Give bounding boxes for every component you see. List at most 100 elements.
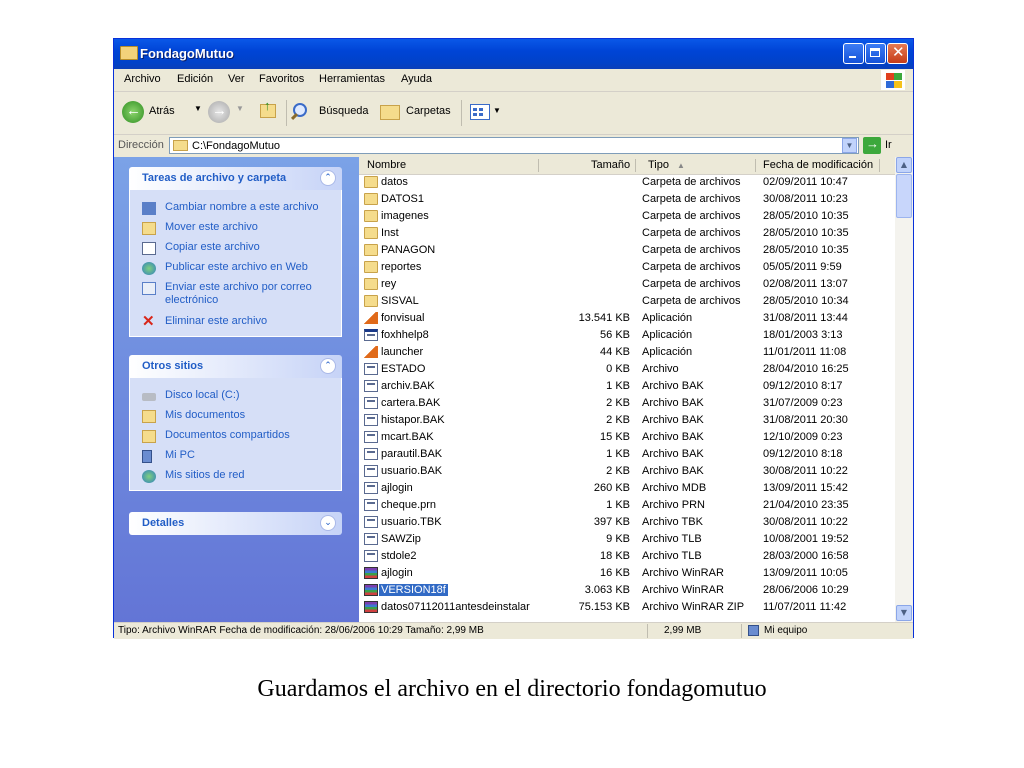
menu-favoritos[interactable]: Favoritos bbox=[259, 73, 304, 85]
file-name: usuario.BAK bbox=[381, 465, 443, 477]
column-type[interactable]: Tipo bbox=[648, 159, 669, 171]
file-row[interactable]: SAWZip 9 KB Archivo TLB 10/08/2001 19:52 bbox=[359, 531, 895, 548]
file-type: Archivo bbox=[642, 363, 679, 375]
menu-herramientas[interactable]: Herramientas bbox=[319, 73, 385, 85]
file-date: 11/01/2011 11:08 bbox=[763, 346, 847, 358]
column-separator bbox=[635, 159, 636, 172]
file-row[interactable]: datos07112011antesdeinstalar 75.153 KB Arc… bbox=[359, 599, 895, 616]
my-computer-icon bbox=[142, 450, 152, 463]
views-button[interactable]: ▼ bbox=[468, 101, 504, 125]
file-type: Aplicación bbox=[642, 346, 693, 358]
file-name: reportes bbox=[381, 261, 422, 273]
file-date: 30/08/2011 10:23 bbox=[763, 193, 848, 205]
file-row[interactable]: fonvisual 13.541 KB Aplicación 31/08/2011 1… bbox=[359, 310, 895, 327]
file-name: cheque.prn bbox=[381, 499, 437, 511]
file-row[interactable]: rey Carpeta de archivos 02/08/2011 13:07 bbox=[359, 276, 895, 293]
folder-icon bbox=[364, 261, 378, 273]
file-name: stdole2 bbox=[381, 550, 417, 562]
forward-button[interactable]: → ▼ bbox=[208, 101, 248, 125]
winrar-icon bbox=[364, 601, 378, 613]
file-size: 2 KB bbox=[606, 465, 630, 477]
file-row[interactable]: histapor.BAK 2 KB Archivo BAK 31/08/2011 20… bbox=[359, 412, 895, 429]
expand-chevron-icon[interactable]: ⌄ bbox=[320, 515, 336, 531]
my-computer-icon bbox=[748, 625, 759, 636]
file-row[interactable]: reportes Carpeta de archivos 05/05/2011 9:… bbox=[359, 259, 895, 276]
scroll-up-button[interactable]: ▲ bbox=[896, 157, 912, 173]
collapse-chevron-icon[interactable]: ⌃ bbox=[320, 170, 336, 186]
go-label[interactable]: Ir bbox=[885, 139, 892, 151]
menu-ayuda[interactable]: Ayuda bbox=[401, 73, 432, 85]
file-size: 15 KB bbox=[600, 431, 630, 443]
other-places-body: Disco local (C:) Mis documentos Document… bbox=[129, 378, 342, 491]
file-name: SAWZip bbox=[381, 533, 421, 545]
file-row[interactable]: stdole2 18 KB Archivo TLB 28/03/2000 16:58 bbox=[359, 548, 895, 565]
file-tasks-header[interactable]: Tareas de archivo y carpeta ⌃ bbox=[129, 167, 342, 190]
file-type: Carpeta de archivos bbox=[642, 193, 741, 205]
column-size[interactable]: Tamaño bbox=[591, 159, 630, 171]
file-row[interactable]: archiv.BAK 1 KB Archivo BAK 09/12/2010 8:17 bbox=[359, 378, 895, 395]
file-row[interactable]: SISVAL Carpeta de archivos 28/05/2010 10:3… bbox=[359, 293, 895, 310]
back-button[interactable]: ← Atrás ▼ bbox=[122, 101, 206, 125]
address-input[interactable]: C:\FondagoMutuo ▼ bbox=[169, 137, 859, 154]
file-icon bbox=[364, 533, 378, 545]
folders-button[interactable]: Carpetas bbox=[378, 101, 454, 125]
file-type: Archivo BAK bbox=[642, 448, 704, 460]
file-row[interactable]: launcher 44 KB Aplicación 11/01/2011 11:08 bbox=[359, 344, 895, 361]
file-row[interactable]: VERSION18f 3.063 KB Archivo WinRAR 28/06/20… bbox=[359, 582, 895, 599]
minimize-button[interactable] bbox=[843, 43, 864, 64]
toolbar-separator bbox=[286, 100, 287, 126]
scroll-thumb[interactable] bbox=[896, 174, 912, 218]
details-header[interactable]: Detalles ⌄ bbox=[129, 512, 342, 535]
scroll-down-button[interactable]: ▼ bbox=[896, 605, 912, 621]
file-row[interactable]: datos Carpeta de archivos 02/09/2011 10:47 bbox=[359, 174, 895, 191]
file-row[interactable]: ajlogin 16 KB Archivo WinRAR 13/09/2011 10:… bbox=[359, 565, 895, 582]
file-date: 28/05/2010 10:35 bbox=[763, 244, 849, 256]
file-row[interactable]: usuario.TBK 397 KB Archivo TBK 30/08/2011 1… bbox=[359, 514, 895, 531]
other-places-header[interactable]: Otros sitios ⌃ bbox=[129, 355, 342, 378]
application-icon bbox=[364, 312, 378, 324]
file-row[interactable]: cheque.prn 1 KB Archivo PRN 21/04/2010 23:3… bbox=[359, 497, 895, 514]
close-button[interactable]: ✕ bbox=[887, 43, 908, 64]
column-name[interactable]: Nombre bbox=[367, 159, 406, 171]
file-name: usuario.TBK bbox=[381, 516, 442, 528]
file-row[interactable]: Inst Carpeta de archivos 28/05/2010 10:35 bbox=[359, 225, 895, 242]
file-row[interactable]: foxhhelp8 56 KB Aplicación 18/01/2003 3:13 bbox=[359, 327, 895, 344]
file-date: 28/05/2010 10:34 bbox=[763, 295, 849, 307]
menu-edicion[interactable]: Edición bbox=[177, 73, 213, 85]
file-row[interactable]: DATOS1 Carpeta de archivos 30/08/2011 10:2… bbox=[359, 191, 895, 208]
file-list-pane: Nombre Tamaño Tipo ▲ Fecha de modificaci… bbox=[359, 157, 913, 622]
menu-archivo[interactable]: Archivo bbox=[124, 73, 161, 85]
file-name: SISVAL bbox=[381, 295, 419, 307]
status-info: Tipo: Archivo WinRAR Fecha de modificaci… bbox=[118, 625, 484, 636]
up-folder-icon: ↑ bbox=[260, 98, 276, 118]
folder-icon bbox=[120, 46, 138, 60]
file-row[interactable]: usuario.BAK 2 KB Archivo BAK 30/08/2011 10:… bbox=[359, 463, 895, 480]
drive-icon bbox=[142, 393, 156, 401]
address-dropdown-icon[interactable]: ▼ bbox=[842, 138, 857, 153]
file-row[interactable]: PANAGON Carpeta de archivos 28/05/2010 10:… bbox=[359, 242, 895, 259]
address-label: Dirección bbox=[118, 139, 164, 151]
publish-icon bbox=[142, 262, 156, 275]
search-button[interactable]: Búsqueda bbox=[290, 101, 371, 125]
maximize-button[interactable] bbox=[865, 43, 886, 64]
collapse-chevron-icon[interactable]: ⌃ bbox=[320, 358, 336, 374]
go-button[interactable]: → bbox=[863, 136, 881, 154]
title-bar[interactable]: FondagoMutuo ✕ bbox=[114, 39, 913, 69]
file-row[interactable]: parautil.BAK 1 KB Archivo BAK 09/12/2010 8:… bbox=[359, 446, 895, 463]
file-size: 16 KB bbox=[600, 567, 630, 579]
file-row[interactable]: imagenes Carpeta de archivos 28/05/2010 10… bbox=[359, 208, 895, 225]
up-folder-button[interactable]: ↑ bbox=[258, 98, 280, 125]
column-date[interactable]: Fecha de modificación bbox=[763, 159, 873, 171]
file-row[interactable]: mcart.BAK 15 KB Archivo BAK 12/10/2009 0:23 bbox=[359, 429, 895, 446]
file-name: PANAGON bbox=[381, 244, 436, 256]
file-size: 1 KB bbox=[606, 499, 630, 511]
my-documents-icon bbox=[142, 410, 156, 423]
vertical-scrollbar[interactable]: ▲ ▼ bbox=[895, 157, 913, 622]
file-icon bbox=[364, 550, 378, 562]
menu-ver[interactable]: Ver bbox=[228, 73, 245, 85]
file-row[interactable]: cartera.BAK 2 KB Archivo BAK 31/07/2009 0:2… bbox=[359, 395, 895, 412]
file-row[interactable]: ESTADO 0 KB Archivo 28/04/2010 16:25 bbox=[359, 361, 895, 378]
file-date: 31/08/2011 13:44 bbox=[763, 312, 848, 324]
file-type: Archivo WinRAR ZIP bbox=[642, 601, 745, 613]
file-row[interactable]: ajlogin 260 KB Archivo MDB 13/09/2011 15:42 bbox=[359, 480, 895, 497]
